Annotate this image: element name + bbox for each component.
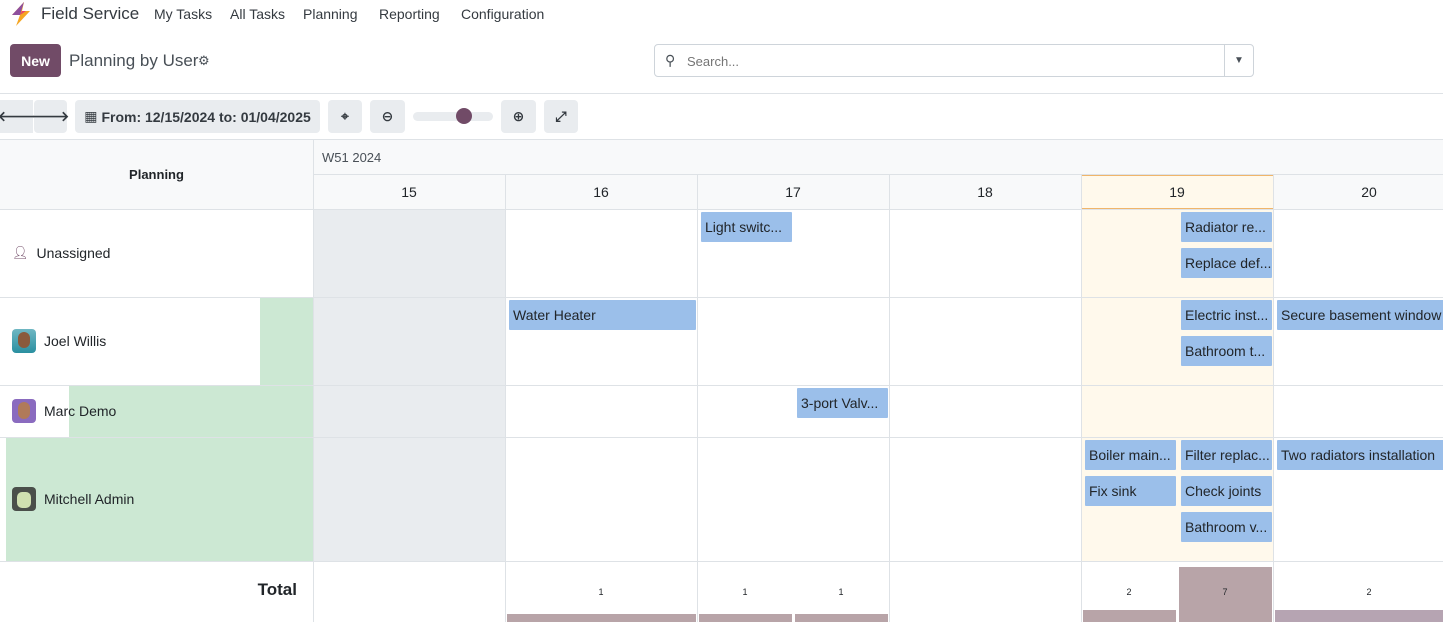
row-label: Marc Demo <box>44 403 117 419</box>
menu-configuration[interactable]: Configuration <box>461 6 544 22</box>
task-pill[interactable]: Check joints <box>1181 476 1272 506</box>
zoom-in-icon: ⊕ <box>512 108 525 124</box>
next-button[interactable]: 🡒 <box>31 100 70 133</box>
top-navbar: Field Service My Tasks All Tasks Plannin… <box>0 0 1443 28</box>
week-label: W51 2024 <box>322 150 382 165</box>
search-bar: ⚲ ▼ <box>654 44 1254 77</box>
task-pill[interactable]: Electric inst... <box>1181 300 1272 330</box>
row-mitchell-admin: Mitchell Admin <box>12 437 134 561</box>
date-range-button[interactable]: ▦ From: 12/15/2024 to: 01/04/2025 <box>75 100 320 133</box>
total-bar <box>1275 610 1443 622</box>
field-service-logo-icon[interactable] <box>10 2 32 26</box>
total-count: 2 <box>1126 587 1132 597</box>
day-header: 19 <box>1169 184 1185 200</box>
search-options-toggle[interactable]: ▼ <box>1224 45 1253 76</box>
task-pill[interactable]: Radiator re... <box>1181 212 1272 242</box>
date-range-label: From: 12/15/2024 to: 01/04/2025 <box>101 108 311 125</box>
avatar <box>12 329 36 353</box>
focus-today-button[interactable]: ⌖ <box>328 100 362 133</box>
search-input[interactable] <box>687 51 1217 71</box>
gantt-grid: Planning W51 2024 15 16 17 18 19 20 👤︎ Un… <box>0 139 1443 622</box>
row-unassigned: 👤︎ Unassigned <box>12 209 110 297</box>
day-header: 17 <box>785 184 801 200</box>
search-icon: ⚲ <box>665 52 676 68</box>
previous-button[interactable]: 🡐 <box>0 100 36 133</box>
zoom-out-button[interactable]: ⊖ <box>370 100 405 133</box>
zoom-slider[interactable] <box>413 112 493 121</box>
workload-bar <box>259 298 313 385</box>
avatar <box>12 399 36 423</box>
user-icon: 👤︎ <box>12 245 29 260</box>
total-count: 2 <box>1366 587 1372 597</box>
arrow-left-icon: 🡐 <box>0 108 36 124</box>
total-bar <box>1083 610 1176 622</box>
task-pill[interactable]: Bathroom t... <box>1181 336 1272 366</box>
app-name[interactable]: Field Service <box>41 4 139 24</box>
menu-reporting[interactable]: Reporting <box>379 6 440 22</box>
task-pill[interactable]: Fix sink <box>1085 476 1176 506</box>
day-header: 20 <box>1361 184 1377 200</box>
menu-all-tasks[interactable]: All Tasks <box>230 6 285 22</box>
total-label: Total <box>257 580 297 599</box>
total-count: 7 <box>1222 587 1228 597</box>
row-marc-demo: Marc Demo <box>12 385 116 437</box>
total-count: 1 <box>742 587 748 597</box>
new-button[interactable]: New <box>10 44 61 77</box>
zoom-out-icon: ⊖ <box>381 108 394 124</box>
row-label: Joel Willis <box>44 333 107 349</box>
task-pill[interactable]: Boiler main... <box>1085 440 1176 470</box>
task-pill[interactable]: Replace def... <box>1181 248 1272 278</box>
total-count: 1 <box>838 587 844 597</box>
day-header: 16 <box>593 184 609 200</box>
crosshair-icon: ⌖ <box>341 108 349 124</box>
gantt-header-label: Planning <box>129 167 184 182</box>
expand-button[interactable]: ⤢ <box>544 100 578 133</box>
task-pill[interactable]: Water Heater <box>509 300 696 330</box>
task-pill[interactable]: Light switc... <box>701 212 792 242</box>
zoom-in-button[interactable]: ⊕ <box>501 100 536 133</box>
task-pill[interactable]: Filter replac... <box>1181 440 1272 470</box>
task-pill[interactable]: Two radiators installation <box>1277 440 1443 470</box>
row-label: Unassigned <box>36 245 111 261</box>
row-label: Mitchell Admin <box>44 491 135 507</box>
day-header: 15 <box>401 184 417 200</box>
expand-icon: ⤢ <box>555 108 567 124</box>
calendar-icon: ▦ <box>84 108 98 124</box>
avatar <box>12 487 36 511</box>
total-count: 1 <box>598 587 604 597</box>
arrow-right-icon: 🡒 <box>31 108 70 124</box>
task-pill[interactable]: Secure basement window <box>1277 300 1443 330</box>
gear-icon[interactable]: ⚙ <box>198 53 210 69</box>
row-joel-willis: Joel Willis <box>12 297 106 385</box>
divider <box>0 93 1443 94</box>
page-title: Planning by User <box>69 51 199 70</box>
menu-planning[interactable]: Planning <box>303 6 358 22</box>
day-header: 18 <box>977 184 993 200</box>
task-pill[interactable]: 3-port Valv... <box>797 388 888 418</box>
task-pill[interactable]: Bathroom v... <box>1181 512 1272 542</box>
menu-my-tasks[interactable]: My Tasks <box>154 6 212 22</box>
zoom-slider-handle[interactable] <box>456 108 472 124</box>
